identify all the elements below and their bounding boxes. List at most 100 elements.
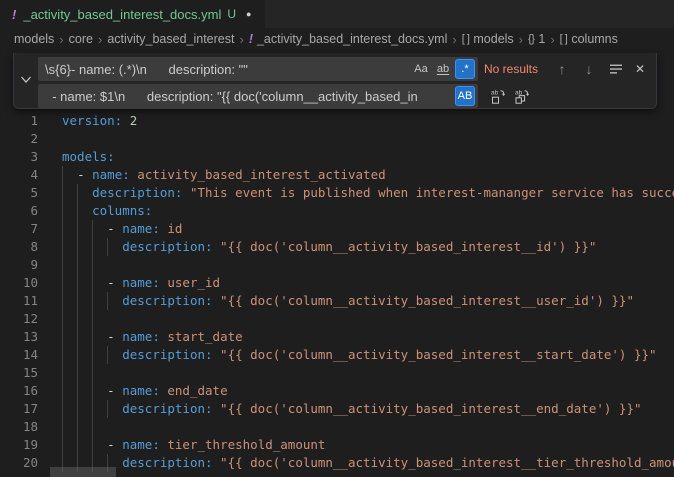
code-token — [62, 221, 107, 236]
code-token: "This event is published when interest-m… — [182, 185, 674, 200]
line-number: 10 — [0, 274, 38, 292]
chevron-down-icon — [20, 75, 32, 85]
preserve-case-button[interactable]: AB — [455, 86, 475, 106]
breadcrumb-separator-icon: › — [239, 32, 243, 47]
breadcrumb-separator-icon: › — [98, 32, 102, 47]
code-token — [62, 275, 107, 290]
indent-guide — [92, 328, 93, 346]
indent-guide — [77, 292, 78, 310]
line-number: 16 — [0, 382, 38, 400]
indent-guide — [92, 292, 93, 310]
code-token: name: — [122, 329, 160, 344]
code-line[interactable]: description: "{{ doc('column__activity_b… — [62, 400, 674, 418]
indent-guide — [107, 292, 108, 310]
breadcrumb-separator-icon: › — [519, 32, 523, 47]
code-line[interactable] — [62, 256, 674, 274]
code-token: - — [107, 329, 122, 344]
code-token: activity_based_interest_activated — [130, 167, 386, 182]
replace-button[interactable]: ab — [488, 86, 508, 106]
find-in-selection-button[interactable] — [606, 59, 626, 79]
breadcrumb-label: columns — [571, 32, 618, 46]
code-line[interactable]: - name: end_date — [62, 382, 674, 400]
code-line[interactable]: - name: tier_threshold_amount — [62, 436, 674, 454]
code-line[interactable]: models: — [62, 148, 674, 166]
code-line[interactable]: description: "{{ doc('column__activity_b… — [62, 454, 674, 472]
find-previous-button[interactable]: ↑ — [552, 59, 572, 79]
indent-guide — [77, 436, 78, 454]
tab-bar: ! _activity_based_interest_docs.yml U ● — [0, 0, 674, 28]
breadcrumb-item[interactable]: !_activity_based_interest_docs.yml — [249, 32, 448, 46]
indent-guide — [92, 220, 93, 238]
indent-guide — [92, 238, 93, 256]
breadcrumb-item[interactable]: [ ]models — [462, 32, 514, 46]
code-token: version: — [62, 113, 122, 128]
code-line[interactable]: description: "{{ doc('column__activity_b… — [62, 346, 674, 364]
code-line[interactable] — [62, 418, 674, 436]
breadcrumb-item[interactable]: models — [14, 32, 54, 46]
code-token: id — [160, 221, 183, 236]
indent-guide — [62, 292, 63, 310]
code-line[interactable] — [62, 310, 674, 328]
code-line[interactable]: columns: — [62, 202, 674, 220]
code-line[interactable] — [62, 364, 674, 382]
indent-guide — [77, 328, 78, 346]
whole-word-button[interactable]: ab — [433, 59, 453, 79]
breadcrumb-label: _activity_based_interest_docs.yml — [257, 32, 447, 46]
breadcrumb-item[interactable]: activity_based_interest — [107, 32, 234, 46]
indent-guide — [62, 346, 63, 364]
indent-guide — [92, 436, 93, 454]
indent-guide — [77, 220, 78, 238]
indent-guide — [62, 166, 63, 184]
breadcrumb-separator-icon: › — [59, 32, 63, 47]
indent-guide — [77, 346, 78, 364]
find-options: Aa ab .* — [411, 59, 475, 79]
code-token: - — [107, 437, 122, 452]
code-token: description: — [122, 455, 212, 470]
code-lines: version: 2 models: - name: activity_based… — [62, 112, 674, 472]
line-number: 20 — [0, 454, 38, 472]
use-regex-button[interactable]: .* — [455, 59, 475, 79]
line-number: 12 — [0, 310, 38, 328]
indent-guide — [107, 346, 108, 364]
git-status-badge: U — [227, 7, 236, 21]
code-token: end_date — [160, 383, 228, 398]
indent-guide — [77, 184, 78, 202]
modified-indicator-dot[interactable]: ● — [246, 9, 251, 19]
find-next-button[interactable]: ↓ — [579, 59, 599, 79]
code-token — [62, 383, 107, 398]
replace-input[interactable] — [38, 84, 478, 108]
indent-guide — [92, 382, 93, 400]
breadcrumb-item[interactable]: {}1 — [528, 32, 545, 46]
line-number: 18 — [0, 418, 38, 436]
code-token: description: — [122, 239, 212, 254]
tab-active-file[interactable]: ! _activity_based_interest_docs.yml U ● — [0, 0, 265, 28]
editor-pane[interactable]: 1234567891011121314151617181920 version:… — [0, 50, 674, 477]
svg-text:ab: ab — [491, 90, 499, 97]
replace-icon: ab — [490, 88, 506, 104]
indent-guide — [77, 256, 78, 274]
code-token — [122, 113, 130, 128]
breadcrumb-item[interactable]: [ ]columns — [560, 32, 618, 46]
code-line[interactable]: - name: activity_based_interest_activate… — [62, 166, 674, 184]
indent-guide — [92, 418, 93, 436]
close-find-widget-button[interactable]: ✕ — [630, 59, 650, 79]
indent-guide — [107, 238, 108, 256]
code-line[interactable]: - name: start_date — [62, 328, 674, 346]
code-line[interactable]: version: 2 — [62, 112, 674, 130]
indent-guide — [62, 364, 63, 382]
indent-guide — [92, 346, 93, 364]
code-line[interactable]: description: "{{ doc('column__activity_b… — [62, 238, 674, 256]
indent-guide — [62, 274, 63, 292]
code-line[interactable]: description: "{{ doc('column__activity_b… — [62, 292, 674, 310]
breadcrumb-item[interactable]: core — [69, 32, 93, 46]
code-line[interactable]: - name: id — [62, 220, 674, 238]
toggle-replace-button[interactable] — [14, 53, 37, 107]
match-case-button[interactable]: Aa — [411, 59, 431, 79]
regex-icon: .* — [461, 63, 468, 75]
replace-all-button[interactable]: ab — [512, 86, 532, 106]
code-line[interactable]: description: "This event is published wh… — [62, 184, 674, 202]
line-number: 11 — [0, 292, 38, 310]
horizontal-scrollbar-thumb[interactable] — [50, 467, 116, 477]
code-line[interactable]: - name: user_id — [62, 274, 674, 292]
code-line[interactable] — [62, 130, 674, 148]
